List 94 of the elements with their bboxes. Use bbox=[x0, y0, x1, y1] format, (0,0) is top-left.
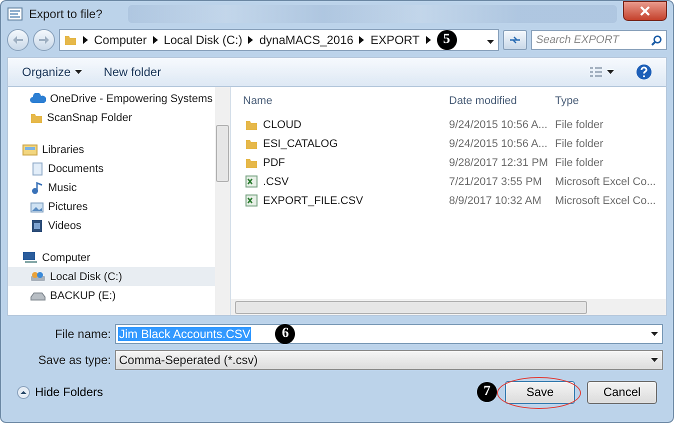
breadcrumb[interactable]: dynaMACS_2016 bbox=[259, 33, 354, 47]
date-cell-text: 9/24/2015 10:56 A... bbox=[449, 118, 548, 130]
cancel-button[interactable]: Cancel bbox=[587, 380, 657, 404]
date-cell-text: 8/9/2017 10:32 AM bbox=[449, 194, 542, 206]
column-header[interactable]: Type bbox=[555, 95, 666, 107]
save-type-label: Save as type: bbox=[37, 353, 111, 367]
horizontal-scrollbar[interactable] bbox=[231, 299, 666, 315]
column-header[interactable]: Name bbox=[243, 95, 449, 107]
chevron-icon bbox=[152, 36, 158, 44]
file-name-label: File name: bbox=[54, 327, 111, 341]
scrollbar[interactable] bbox=[215, 87, 230, 315]
close-button[interactable] bbox=[623, 1, 667, 21]
history-dropdown-icon[interactable] bbox=[487, 40, 494, 44]
save-type-dropdown[interactable]: Comma-Seperated (*.csv) bbox=[115, 350, 663, 370]
type-cell-text: Microsoft Excel Co... bbox=[555, 194, 657, 206]
step-number-badge: 6 bbox=[275, 324, 296, 344]
chevron-icon bbox=[83, 36, 88, 44]
file-row[interactable]: PDF 9/28/2017 12:31 PM File folder bbox=[231, 153, 666, 172]
refresh-icon bbox=[509, 35, 521, 45]
step-number-badge: 5 bbox=[436, 30, 457, 50]
navigation-item[interactable]: Music bbox=[8, 178, 215, 197]
caret-icon[interactable] bbox=[607, 70, 614, 74]
type-cell-text: File folder bbox=[555, 118, 604, 130]
refresh-button[interactable] bbox=[503, 30, 527, 50]
disk-icon bbox=[30, 270, 46, 282]
chevron-icon bbox=[359, 36, 364, 44]
file-name: PDF bbox=[245, 156, 449, 168]
type-cell-text: File folder bbox=[555, 156, 604, 168]
navigation-item[interactable]: Computer bbox=[8, 248, 215, 267]
new-folder-button[interactable]: New folder bbox=[104, 65, 162, 79]
list-view-icon bbox=[589, 66, 603, 78]
date-cell-text: 9/28/2017 12:31 PM bbox=[449, 156, 550, 168]
folder-icon bbox=[245, 138, 258, 150]
back-arrow-icon bbox=[13, 36, 23, 44]
folder-icon bbox=[245, 118, 258, 130]
music-icon bbox=[30, 180, 44, 194]
file-name: CLOUD bbox=[245, 118, 449, 130]
search-icon bbox=[651, 35, 662, 46]
help-icon bbox=[636, 64, 652, 80]
navigation-item[interactable]: Libraries bbox=[8, 140, 215, 159]
folder-icon bbox=[30, 112, 43, 124]
organize-button[interactable]: Organize bbox=[22, 65, 82, 79]
film-icon bbox=[30, 218, 44, 232]
computer-icon bbox=[22, 251, 38, 264]
caret-icon[interactable] bbox=[74, 70, 82, 74]
type-cell-text: File folder bbox=[555, 138, 604, 150]
library-icon bbox=[22, 143, 38, 156]
file-name-value: Jim Black Accounts.CSV bbox=[118, 327, 252, 341]
search-field[interactable]: Search EXPORT bbox=[531, 30, 667, 50]
chevron-icon bbox=[248, 36, 254, 44]
breadcrumb[interactable]: Computer bbox=[94, 33, 147, 47]
file-row[interactable]: ESI_CATALOG 9/24/2015 10:56 A... File folder bbox=[231, 134, 666, 153]
spreadsheet-icon bbox=[245, 175, 258, 188]
folder-icon bbox=[245, 156, 258, 168]
navigation-item[interactable]: Pictures bbox=[8, 197, 215, 216]
step-number-badge: 7 bbox=[477, 382, 497, 402]
folder-icon bbox=[64, 34, 77, 46]
view-options-button[interactable] bbox=[589, 66, 614, 78]
spreadsheet-icon bbox=[245, 194, 258, 207]
date-cell-text: 7/21/2017 3:55 PM bbox=[449, 176, 543, 188]
document-icon bbox=[30, 162, 44, 176]
file-name: ESI_CATALOG bbox=[245, 138, 449, 150]
app-logo-icon bbox=[7, 7, 23, 21]
breadcrumb[interactable]: Local Disk (C:) bbox=[164, 33, 242, 47]
close-icon bbox=[640, 6, 650, 16]
breadcrumb[interactable]: EXPORT bbox=[370, 33, 420, 47]
picture-icon bbox=[30, 200, 44, 214]
collapse-icon bbox=[17, 386, 30, 398]
column-header[interactable]: Date modified bbox=[449, 95, 555, 107]
help-button[interactable] bbox=[636, 64, 652, 80]
file-row[interactable]: CLOUD 9/24/2015 10:56 A... File folder bbox=[231, 115, 666, 134]
navigation-item[interactable]: Local Disk (C:) bbox=[8, 267, 215, 286]
navigation-item[interactable]: ScanSnap Folder bbox=[8, 108, 215, 127]
date-cell-text: 9/24/2015 10:56 A... bbox=[449, 138, 548, 150]
hide-folders-button[interactable]: Hide Folders bbox=[17, 385, 104, 399]
forward-arrow-icon bbox=[39, 36, 49, 44]
file-name-field[interactable]: Jim Black Accounts.CSV 6 bbox=[115, 324, 663, 344]
chevron-icon bbox=[426, 36, 431, 44]
cloud-icon bbox=[30, 93, 46, 104]
dropdown-arrow-icon[interactable] bbox=[651, 358, 658, 362]
file-name: EXPORT_FILE.CSV bbox=[245, 194, 449, 207]
drive-icon bbox=[30, 290, 46, 302]
address-bar[interactable]: Computer Local Disk (C:) dynaMACS_2016 EXPORT 5 bbox=[59, 29, 499, 51]
file-name: .CSV bbox=[245, 175, 449, 188]
window-title: Export to file? bbox=[29, 7, 102, 21]
navigation-item[interactable]: OneDrive - Empowering Systems bbox=[8, 89, 215, 108]
type-cell-text: Microsoft Excel Co... bbox=[555, 176, 657, 188]
navigation-item[interactable]: Documents bbox=[8, 159, 215, 178]
save-button[interactable]: Save bbox=[505, 380, 575, 404]
navigation-item[interactable]: BACKUP (E:) bbox=[8, 286, 215, 305]
file-row[interactable]: EXPORT_FILE.CSV 8/9/2017 10:32 AM Microsoft Excel Co... bbox=[231, 191, 666, 210]
dropdown-arrow-icon[interactable] bbox=[651, 332, 658, 336]
file-row[interactable]: .CSV 7/21/2017 3:55 PM Microsoft Excel Co... bbox=[231, 172, 666, 191]
navigation-item[interactable]: Videos bbox=[8, 216, 215, 235]
